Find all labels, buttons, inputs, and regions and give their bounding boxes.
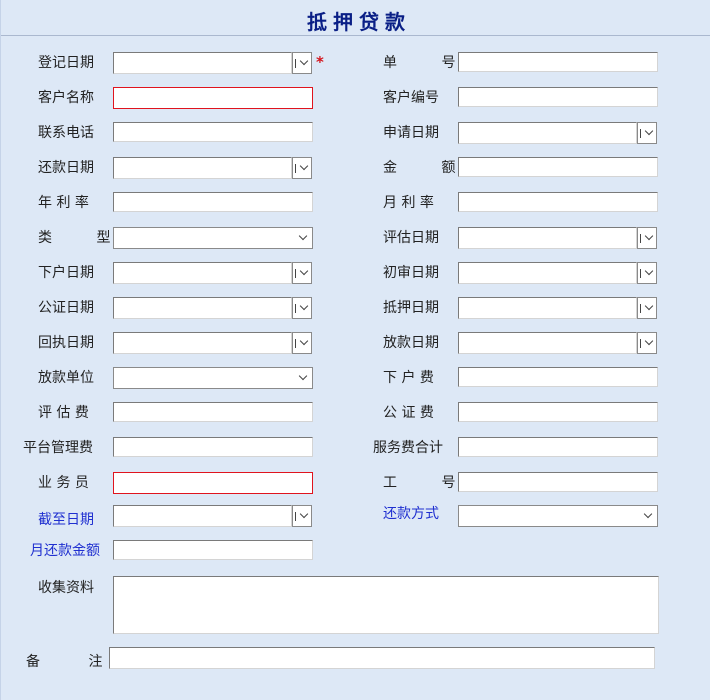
label-platform-fee: 平台管理费 xyxy=(23,440,93,456)
label-notary-date: 公证日期 xyxy=(38,300,94,316)
receipt-date-input[interactable] xyxy=(113,332,292,354)
service-total-input[interactable] xyxy=(458,437,658,457)
chevron-down-icon xyxy=(299,336,309,346)
remark-input[interactable] xyxy=(109,647,655,669)
label-mortgage-date: 抵押日期 xyxy=(383,300,439,316)
apply-date-picker[interactable] xyxy=(458,122,658,144)
label-customer-no: 客户编号 xyxy=(383,90,439,106)
repay-date-dropdown-button[interactable] xyxy=(292,157,312,179)
chevron-down-icon xyxy=(299,266,309,276)
transfer-fee-input[interactable] xyxy=(458,367,658,387)
chevron-down-icon xyxy=(299,161,309,171)
label-monthly-repay: 月还款金额 xyxy=(30,543,100,559)
employee-no-input[interactable] xyxy=(458,472,658,492)
transfer-date-dropdown-button[interactable] xyxy=(292,262,312,284)
notary-date-input[interactable] xyxy=(113,297,292,319)
label-monthly-rate: 月 利 率 xyxy=(383,195,434,211)
label-customer-name: 客户名称 xyxy=(38,90,94,106)
mortgage-date-dropdown-button[interactable] xyxy=(637,297,657,319)
deadline-input[interactable] xyxy=(113,505,292,527)
customer-no-input[interactable] xyxy=(458,87,658,107)
deadline-picker[interactable] xyxy=(113,505,313,527)
review-date-input[interactable] xyxy=(458,262,637,284)
monthly-repay-input[interactable] xyxy=(113,540,313,560)
repay-method-select[interactable] xyxy=(458,505,658,527)
mortgage-loan-form: 抵押贷款 登记日期 * 客户名称 联系电话 还款日期 年 利 率 类 型 下户日… xyxy=(0,0,710,700)
loan-date-dropdown-button[interactable] xyxy=(637,332,657,354)
reg-date-input[interactable] xyxy=(113,52,292,74)
monthly-rate-input[interactable] xyxy=(458,192,658,212)
label-transfer-date: 下户日期 xyxy=(38,265,94,281)
platform-fee-input[interactable] xyxy=(113,437,313,457)
annual-rate-input[interactable] xyxy=(113,192,313,212)
loan-date-picker[interactable] xyxy=(458,332,658,354)
chevron-down-icon xyxy=(644,126,654,136)
deadline-dropdown-button[interactable] xyxy=(292,505,312,527)
amount-input[interactable] xyxy=(458,157,658,177)
notary-date-picker[interactable] xyxy=(113,297,313,319)
chevron-down-icon xyxy=(298,371,308,381)
label-deadline: 截至日期 xyxy=(38,512,94,528)
chevron-down-icon xyxy=(644,266,654,276)
appraise-date-picker[interactable] xyxy=(458,227,658,249)
loan-date-input[interactable] xyxy=(458,332,637,354)
appraisal-fee-input[interactable] xyxy=(113,402,313,422)
order-no-input[interactable] xyxy=(458,52,658,72)
label-lender: 放款单位 xyxy=(38,370,94,386)
label-phone: 联系电话 xyxy=(38,125,94,141)
label-reg-date: 登记日期 xyxy=(38,55,94,71)
label-appraisal-fee: 评 估 费 xyxy=(38,405,89,421)
type-select[interactable] xyxy=(113,227,313,249)
reg-date-dropdown-button[interactable] xyxy=(292,52,312,74)
lender-select[interactable] xyxy=(113,367,313,389)
materials-textarea[interactable] xyxy=(113,576,659,634)
transfer-date-picker[interactable] xyxy=(113,262,313,284)
chevron-down-icon xyxy=(644,336,654,346)
label-repay-date: 还款日期 xyxy=(38,160,94,176)
phone-input[interactable] xyxy=(113,122,313,142)
receipt-date-dropdown-button[interactable] xyxy=(292,332,312,354)
receipt-date-picker[interactable] xyxy=(113,332,313,354)
required-mark: * xyxy=(316,53,324,71)
label-appraise-date: 评估日期 xyxy=(383,230,439,246)
chevron-down-icon xyxy=(644,231,654,241)
label-review-date: 初审日期 xyxy=(383,265,439,281)
chevron-down-icon xyxy=(299,56,309,66)
title-divider xyxy=(1,35,710,36)
label-annual-rate: 年 利 率 xyxy=(38,195,89,211)
reg-date-picker[interactable] xyxy=(113,52,313,74)
repay-date-picker[interactable] xyxy=(113,157,313,179)
appraise-date-input[interactable] xyxy=(458,227,637,249)
review-date-dropdown-button[interactable] xyxy=(637,262,657,284)
chevron-down-icon xyxy=(299,509,309,519)
label-receipt-date: 回执日期 xyxy=(38,335,94,351)
label-materials: 收集资料 xyxy=(38,580,94,596)
notary-fee-input[interactable] xyxy=(458,402,658,422)
mortgage-date-input[interactable] xyxy=(458,297,637,319)
page-title: 抵押贷款 xyxy=(307,10,411,34)
transfer-date-input[interactable] xyxy=(113,262,292,284)
label-loan-date: 放款日期 xyxy=(383,335,439,351)
apply-date-input[interactable] xyxy=(458,122,637,144)
mortgage-date-picker[interactable] xyxy=(458,297,658,319)
chevron-down-icon xyxy=(643,509,653,519)
chevron-down-icon xyxy=(644,301,654,311)
chevron-down-icon xyxy=(298,231,308,241)
label-notary-fee: 公 证 费 xyxy=(383,405,434,421)
label-apply-date: 申请日期 xyxy=(383,125,439,141)
review-date-picker[interactable] xyxy=(458,262,658,284)
label-service-total: 服务费合计 xyxy=(373,440,443,456)
label-salesman: 业 务 员 xyxy=(38,475,89,491)
repay-date-input[interactable] xyxy=(113,157,292,179)
notary-date-dropdown-button[interactable] xyxy=(292,297,312,319)
apply-date-dropdown-button[interactable] xyxy=(637,122,657,144)
label-repay-method: 还款方式 xyxy=(383,506,439,522)
label-transfer-fee: 下 户 费 xyxy=(383,370,434,386)
chevron-down-icon xyxy=(299,301,309,311)
salesman-input[interactable] xyxy=(113,472,313,494)
appraise-date-dropdown-button[interactable] xyxy=(637,227,657,249)
customer-name-input[interactable] xyxy=(113,87,313,109)
